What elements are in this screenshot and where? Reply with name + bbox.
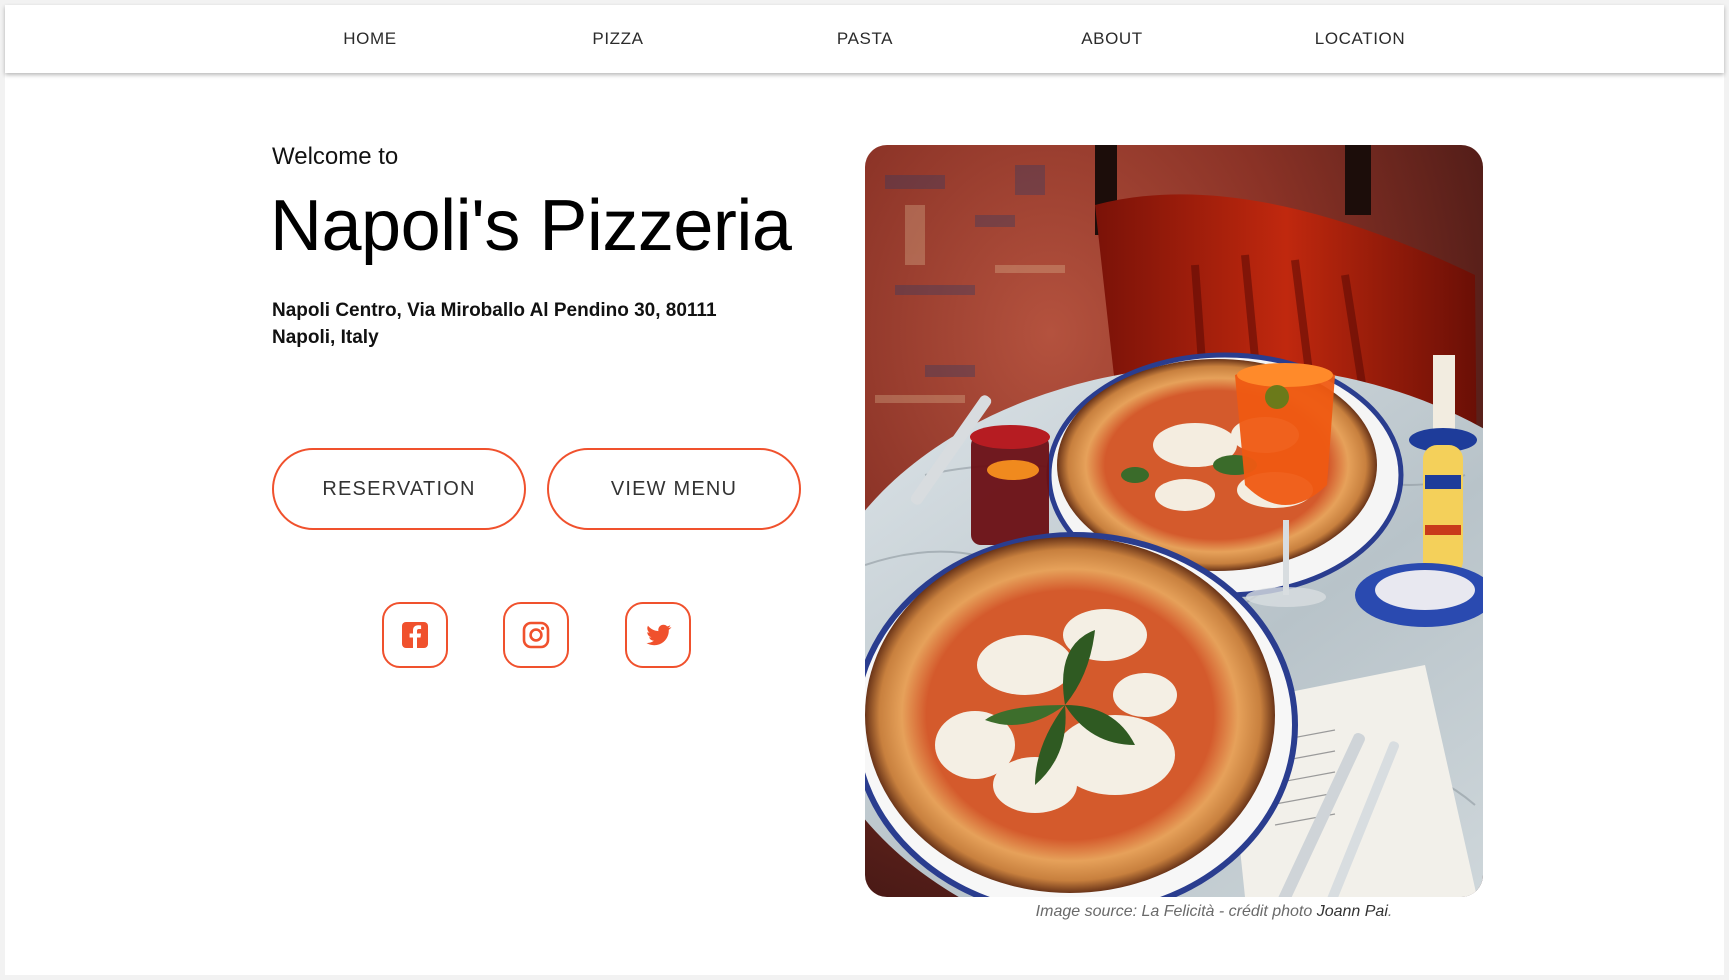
nav-about[interactable]: ABOUT — [1081, 5, 1143, 73]
nav-pasta[interactable]: PASTA — [837, 5, 893, 73]
caption-source: Image source: La Felicità - crédit photo — [1035, 903, 1317, 920]
top-navbar: HOME PIZZA PASTA ABOUT LOCATION — [5, 5, 1724, 73]
reservation-button[interactable]: RESERVATION — [272, 448, 526, 530]
address-text: Napoli Centro, Via Miroballo Al Pendino … — [272, 300, 717, 348]
caption-suffix: . — [1387, 903, 1393, 920]
twitter-icon — [646, 624, 672, 646]
facebook-button[interactable] — [382, 602, 448, 668]
instagram-button[interactable] — [503, 602, 569, 668]
page-title: Napoli's Pizzeria — [270, 186, 792, 266]
nav-home[interactable]: HOME — [343, 5, 396, 73]
twitter-button[interactable] — [625, 602, 691, 668]
nav-pizza[interactable]: PIZZA — [592, 5, 643, 73]
view-menu-button[interactable]: VIEW MENU — [547, 448, 801, 530]
page: HOME PIZZA PASTA ABOUT LOCATION Welcome … — [5, 5, 1724, 975]
facebook-icon — [402, 622, 428, 648]
photo-caption: Image source: La Felicità - crédit photo… — [865, 903, 1563, 921]
caption-credit-link[interactable]: Joann Pai — [1317, 903, 1388, 920]
nav-location[interactable]: LOCATION — [1315, 5, 1405, 73]
pizza-photo — [865, 145, 1483, 897]
welcome-text: Welcome to — [272, 143, 399, 170]
instagram-icon — [522, 621, 550, 649]
